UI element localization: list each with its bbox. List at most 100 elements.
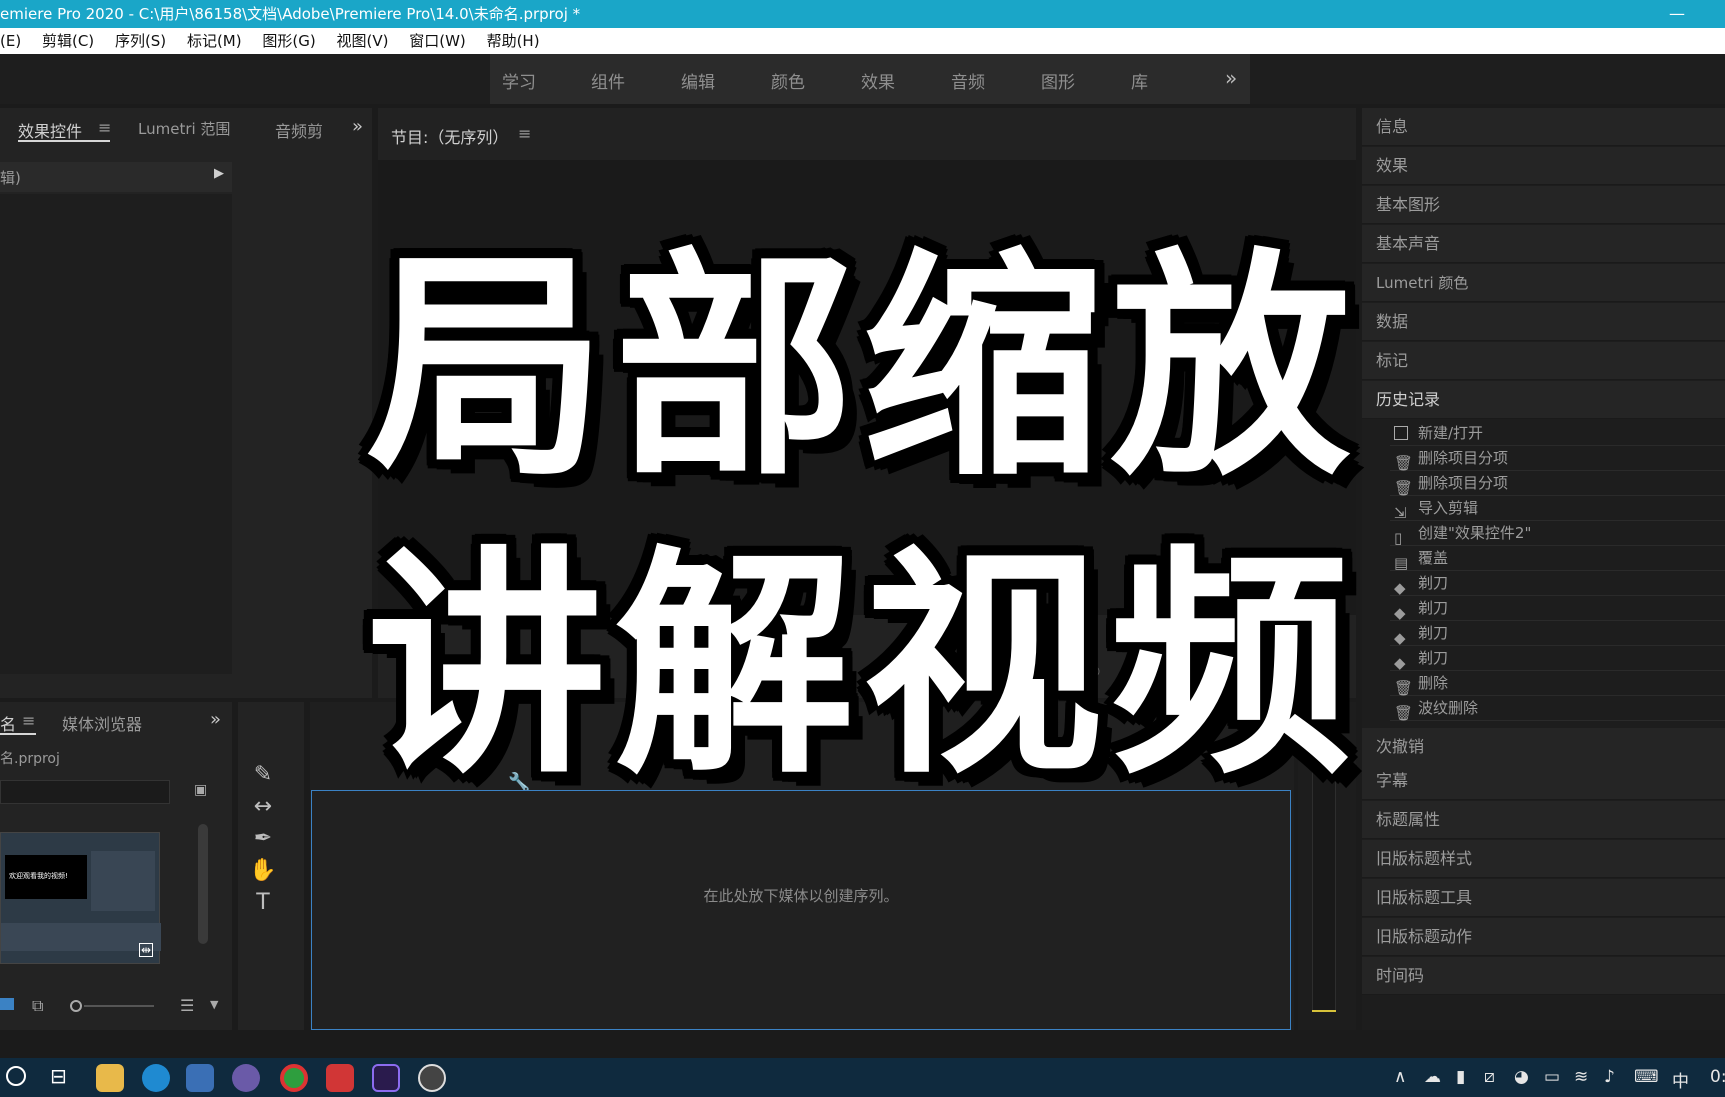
tab-media-browser[interactable]: 媒体浏览器: [62, 711, 142, 735]
history-item[interactable]: ◆ 剃刀: [1390, 571, 1725, 597]
history-item[interactable]: ▯ 创建"效果控件2": [1390, 521, 1725, 547]
workspace-tab-assembly[interactable]: 组件: [591, 68, 625, 93]
project-search-input[interactable]: [0, 780, 170, 804]
panel-history[interactable]: 历史记录: [1362, 381, 1725, 419]
play-triangle-icon[interactable]: ▶: [214, 166, 224, 181]
program-monitor: 节目:（无序列） ≡ 00 ◀| ◉: [378, 108, 1356, 698]
new-bin-icon[interactable]: ▣: [194, 782, 207, 798]
history-item[interactable]: ◆ 剃刀: [1390, 646, 1725, 672]
panel-legacy-title-actions[interactable]: 旧版标题动作: [1362, 918, 1725, 956]
chrome-icon[interactable]: [280, 1064, 308, 1092]
menu-view[interactable]: 视图(V): [337, 32, 389, 50]
slip-tool-icon[interactable]: ↔: [246, 792, 280, 822]
battery-icon[interactable]: ▭: [1544, 1067, 1560, 1087]
project-overflow-button[interactable]: »: [210, 709, 221, 730]
panel-info[interactable]: 信息: [1362, 108, 1725, 146]
project-scrollbar[interactable]: [198, 824, 208, 944]
list-view-icon[interactable]: [0, 998, 14, 1010]
chevron-up-icon[interactable]: ∧: [1394, 1067, 1406, 1087]
tab-lumetri-scopes[interactable]: Lumetri 范围: [138, 118, 230, 139]
premiere-pro-icon[interactable]: [372, 1064, 400, 1092]
wps-icon[interactable]: [326, 1064, 354, 1092]
sort-icon[interactable]: ☰: [180, 996, 194, 1015]
history-item[interactable]: 🗑 删除项目分项: [1390, 471, 1725, 497]
search-circle-icon[interactable]: [6, 1066, 26, 1086]
razor-tool-icon[interactable]: ✎: [246, 760, 280, 790]
program-viewer: [378, 160, 1356, 615]
file-explorer-icon[interactable]: [96, 1064, 124, 1092]
network-icon[interactable]: ⧄: [1484, 1067, 1495, 1087]
history-item[interactable]: 🗑 删除项目分项: [1390, 446, 1725, 472]
meter-level: [1312, 1010, 1336, 1012]
project-thumbnail[interactable]: 欢迎观看我的视频! ⇹: [0, 832, 161, 964]
tab-project[interactable]: 名: [0, 711, 16, 735]
workspace-tab-audio[interactable]: 音频: [951, 68, 985, 93]
panel-metadata[interactable]: 数据: [1362, 303, 1725, 341]
history-item[interactable]: 🗑 波纹删除: [1390, 696, 1725, 722]
panel-overflow-button[interactable]: »: [352, 116, 363, 137]
workspace-tab-color[interactable]: 颜色: [771, 68, 805, 93]
freeform-view-icon[interactable]: ⧉: [32, 996, 43, 1016]
calculator-icon[interactable]: [186, 1064, 214, 1092]
obs-icon[interactable]: [418, 1064, 446, 1092]
input-language[interactable]: 中: [1672, 1067, 1689, 1092]
panel-timecode[interactable]: 时间码: [1362, 957, 1725, 995]
history-item[interactable]: ▤ 覆盖: [1390, 546, 1725, 572]
wifi-icon[interactable]: ≋: [1574, 1067, 1588, 1087]
project-menu-icon[interactable]: ≡: [22, 711, 35, 730]
workspace-tab-effects[interactable]: 效果: [861, 68, 895, 93]
menu-graphics[interactable]: 图形(G): [262, 32, 315, 50]
hand-tool-icon[interactable]: ✋: [246, 856, 280, 886]
history-item[interactable]: ◆ 剃刀: [1390, 596, 1725, 622]
panel-undo[interactable]: 次撤销: [1362, 728, 1725, 766]
panel-lumetri-color[interactable]: Lumetri 颜色: [1362, 264, 1725, 302]
app-icon[interactable]: [232, 1064, 260, 1092]
workspace-tab-graphics[interactable]: 图形: [1041, 68, 1075, 93]
tab-audio-clip-mixer[interactable]: 音频剪: [275, 118, 323, 142]
zoom-slider-track[interactable]: [84, 1005, 154, 1007]
history-item[interactable]: ◆ 剃刀: [1390, 621, 1725, 647]
panel-menu-icon[interactable]: ≡: [98, 118, 111, 137]
panel-effects[interactable]: 效果: [1362, 147, 1725, 185]
zoom-slider-handle[interactable]: [70, 1000, 82, 1012]
timeline-drop-zone[interactable]: 在此处放下媒体以创建序列。: [311, 790, 1291, 1030]
history-item[interactable]: 🗑 删除: [1390, 671, 1725, 697]
pen-tool-icon[interactable]: ✒: [246, 824, 280, 854]
workspace-more-button[interactable]: »: [1225, 66, 1237, 90]
qq-icon[interactable]: ◕: [1514, 1067, 1529, 1087]
task-view-icon[interactable]: ⊟: [50, 1064, 67, 1088]
panel-essential-sound[interactable]: 基本声音: [1362, 225, 1725, 263]
camera-icon[interactable]: ◉: [1088, 663, 1100, 679]
program-menu-icon[interactable]: ≡: [518, 124, 531, 143]
panel-legacy-title-styles[interactable]: 旧版标题样式: [1362, 840, 1725, 878]
edge-icon[interactable]: [142, 1064, 170, 1092]
tab-effect-controls[interactable]: 效果控件: [18, 118, 82, 142]
minimize-button[interactable]: —: [1669, 0, 1685, 28]
workspace-tab-libraries[interactable]: 库: [1131, 68, 1148, 93]
workspace-tab-editing[interactable]: 编辑: [681, 68, 715, 93]
panel-essential-graphics[interactable]: 基本图形: [1362, 186, 1725, 224]
panel-legacy-title-properties[interactable]: 标题属性: [1362, 801, 1725, 839]
history-item[interactable]: ⇲ 导入剪辑: [1390, 496, 1725, 522]
menu-window[interactable]: 窗口(W): [409, 32, 466, 50]
volume-icon[interactable]: ♪: [1604, 1067, 1615, 1087]
menu-help[interactable]: 帮助(H): [487, 32, 540, 50]
microphone-icon[interactable]: ▮: [1456, 1067, 1465, 1087]
timeline-timecode: 0;0: [394, 750, 420, 769]
type-tool-icon[interactable]: T: [246, 888, 280, 918]
menu-clip[interactable]: 剪辑(C): [42, 32, 94, 50]
clock[interactable]: 0:: [1710, 1067, 1725, 1087]
menu-sequence[interactable]: 序列(S): [115, 32, 166, 50]
panel-captions[interactable]: 字幕: [1362, 762, 1725, 800]
menu-edit[interactable]: (E): [0, 32, 21, 50]
panel-legacy-title-tools[interactable]: 旧版标题工具: [1362, 879, 1725, 917]
menu-bar: (E) 剪辑(C) 序列(S) 标记(M) 图形(G) 视图(V) 窗口(W) …: [0, 28, 1725, 54]
panel-markers[interactable]: 标记: [1362, 342, 1725, 380]
keyboard-icon[interactable]: ⌨: [1634, 1067, 1659, 1087]
workspace-tab-learn[interactable]: 学习: [502, 68, 536, 93]
history-item[interactable]: 新建/打开: [1390, 421, 1725, 446]
menu-markers[interactable]: 标记(M): [187, 32, 242, 50]
cloud-icon[interactable]: ☁: [1424, 1067, 1441, 1087]
step-back-icon[interactable]: ◀|: [818, 663, 833, 679]
chevron-down-icon[interactable]: ▼: [210, 998, 218, 1011]
